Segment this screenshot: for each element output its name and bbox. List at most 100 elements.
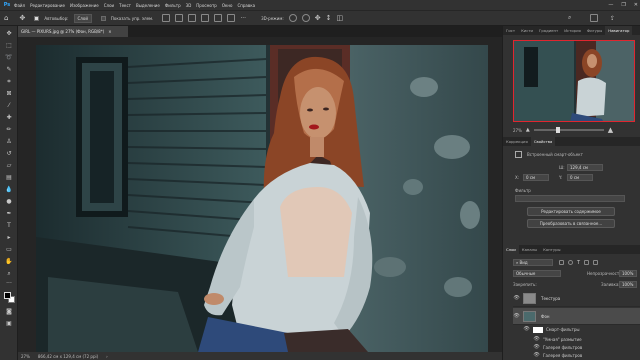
- dodge-tool-icon[interactable]: ●: [5, 198, 13, 206]
- filter-adjust-icon[interactable]: [568, 260, 573, 265]
- menu-item-filter[interactable]: Фильтр: [165, 3, 181, 8]
- foreground-color-swatch[interactable]: [4, 292, 11, 299]
- screen-mode-icon[interactable]: ▣: [5, 320, 13, 328]
- 3d-roll-icon[interactable]: [301, 14, 310, 22]
- frame-tool-icon[interactable]: ⊠: [5, 90, 13, 98]
- smart-filters-row[interactable]: 👁 Смарт-фильтры: [523, 326, 631, 333]
- align-middle-icon[interactable]: [214, 14, 223, 22]
- fill-field[interactable]: 100%: [619, 281, 637, 288]
- align-right-icon[interactable]: [188, 14, 197, 22]
- align-bottom-icon[interactable]: [227, 14, 236, 22]
- move-tool-preset-icon[interactable]: ✥: [19, 14, 25, 22]
- marquee-tool-icon[interactable]: ⬚: [5, 42, 13, 50]
- minimize-button[interactable]: —: [608, 2, 613, 8]
- hand-tool-icon[interactable]: ✋: [5, 258, 13, 266]
- move-tool-icon[interactable]: ✥: [5, 30, 13, 38]
- clone-stamp-tool-icon[interactable]: ♙: [5, 138, 13, 146]
- filter-field[interactable]: [515, 195, 625, 202]
- healing-brush-tool-icon[interactable]: ✚: [5, 114, 13, 122]
- pen-tool-icon[interactable]: ✒: [5, 210, 13, 218]
- filter-row-3[interactable]: 👁 Галерея фильтров: [533, 352, 640, 359]
- 3d-pan-icon[interactable]: ✥: [315, 14, 321, 22]
- quick-mask-icon[interactable]: ◙: [5, 308, 13, 316]
- layer-visibility-eye-icon[interactable]: 👁: [513, 295, 520, 302]
- navigator-zoom-slider-thumb[interactable]: [555, 127, 560, 133]
- align-left-icon[interactable]: [162, 14, 171, 22]
- zoom-out-icon[interactable]: ▲: [526, 127, 530, 133]
- filter-type-icon[interactable]: T: [577, 260, 580, 266]
- status-zoom[interactable]: 27%: [21, 354, 30, 359]
- menu-item-layers[interactable]: Слои: [104, 3, 114, 8]
- layer-row-texture[interactable]: 👁 Текстура: [513, 290, 640, 307]
- zoom-tool-icon[interactable]: ⌕: [5, 270, 13, 278]
- filter-smart-icon[interactable]: [593, 260, 599, 265]
- home-icon[interactable]: ⌂: [4, 14, 8, 22]
- layer-kind-filter[interactable]: ⌕ Вид: [513, 259, 553, 266]
- tab-channels[interactable]: Каналы: [519, 245, 540, 254]
- navigator-zoom-slider[interactable]: [533, 127, 604, 133]
- zoom-in-icon[interactable]: ▲: [608, 126, 613, 134]
- type-tool-icon[interactable]: T: [5, 222, 13, 230]
- filter-shape-icon[interactable]: [584, 260, 590, 265]
- navigator-preview[interactable]: [513, 40, 635, 122]
- menu-item-type[interactable]: Текст: [119, 3, 131, 8]
- path-select-tool-icon[interactable]: ▸: [5, 234, 13, 242]
- filter-visibility-eye-icon[interactable]: 👁: [533, 336, 540, 343]
- show-transform-checkbox[interactable]: [100, 15, 106, 21]
- opacity-field[interactable]: 100%: [619, 270, 637, 277]
- crop-tool-icon[interactable]: ⌗: [5, 78, 13, 86]
- menu-item-edit[interactable]: Редактирование: [30, 3, 65, 8]
- tab-histogram[interactable]: Гист: [503, 26, 518, 35]
- edit-contents-button[interactable]: Редактировать содержимое: [527, 207, 615, 216]
- close-window-button[interactable]: ✕: [634, 2, 638, 8]
- quick-select-tool-icon[interactable]: ✎: [5, 66, 13, 74]
- document-canvas[interactable]: [18, 37, 502, 352]
- convert-to-linked-button[interactable]: Преобразовать в связанное...: [527, 219, 615, 228]
- tab-layers[interactable]: Слои: [503, 245, 519, 254]
- workspace-icon[interactable]: [590, 14, 598, 22]
- 3d-scale-icon[interactable]: ◫: [336, 14, 343, 22]
- filter-row-1[interactable]: 👁 "Умная" размытие: [533, 336, 640, 343]
- blend-mode-dropdown[interactable]: Обычные: [513, 270, 561, 277]
- navigator-zoom-value[interactable]: 27%: [513, 128, 522, 133]
- w-field[interactable]: 129,4 см: [567, 164, 603, 171]
- filter-visibility-eye-icon[interactable]: 👁: [523, 326, 530, 333]
- tab-history[interactable]: История: [561, 26, 584, 35]
- align-center-icon[interactable]: [175, 14, 184, 22]
- layer-visibility-eye-icon[interactable]: 👁: [513, 313, 520, 320]
- tab-navigator[interactable]: Навигатор: [605, 26, 633, 35]
- 3d-slide-icon[interactable]: ↕: [326, 14, 332, 22]
- autoselect-checkbox[interactable]: [34, 15, 40, 21]
- x-field[interactable]: 0 см: [523, 174, 549, 181]
- menu-item-image[interactable]: Изображение: [70, 3, 99, 8]
- filter-row-2[interactable]: 👁 Галерея фильтров: [533, 344, 640, 351]
- tab-shapes[interactable]: Фигуры: [584, 26, 605, 35]
- menu-item-help[interactable]: Справка: [237, 3, 255, 8]
- brush-tool-icon[interactable]: ✏: [5, 126, 13, 134]
- search-icon[interactable]: ⌕: [568, 14, 571, 22]
- tab-brushes[interactable]: Кисти: [518, 26, 536, 35]
- document-tab[interactable]: GIRL — PIXURS.jpg @ 27% (Фон, RGB/8*) ×: [18, 26, 128, 37]
- filter-visibility-eye-icon[interactable]: 👁: [533, 352, 540, 359]
- eraser-tool-icon[interactable]: ▱: [5, 162, 13, 170]
- tab-adjustments[interactable]: Коррекция: [503, 137, 531, 146]
- menu-item-select[interactable]: Выделение: [136, 3, 160, 8]
- more-options-icon[interactable]: ···: [240, 15, 246, 22]
- rectangle-tool-icon[interactable]: ▭: [5, 246, 13, 254]
- align-top-icon[interactable]: [201, 14, 210, 22]
- history-brush-tool-icon[interactable]: ↺: [5, 150, 13, 158]
- autoselect-dropdown[interactable]: Слой: [73, 13, 92, 23]
- tab-gradients[interactable]: Градиент: [536, 26, 561, 35]
- menu-item-3d[interactable]: 3D: [186, 3, 192, 8]
- filter-visibility-eye-icon[interactable]: 👁: [533, 344, 540, 351]
- y-field[interactable]: 0 см: [567, 174, 593, 181]
- tab-properties[interactable]: Свойства: [530, 137, 556, 146]
- menu-item-file[interactable]: Файл: [14, 3, 25, 8]
- share-icon[interactable]: ⇪: [610, 15, 615, 22]
- 3d-rotate-icon[interactable]: [288, 14, 297, 22]
- document-tab-close[interactable]: ×: [108, 29, 111, 34]
- more-tools-icon[interactable]: ···: [5, 280, 13, 288]
- eyedropper-tool-icon[interactable]: ⁄: [5, 102, 13, 110]
- gradient-tool-icon[interactable]: ▤: [5, 174, 13, 182]
- menu-item-view[interactable]: Просмотр: [196, 3, 217, 8]
